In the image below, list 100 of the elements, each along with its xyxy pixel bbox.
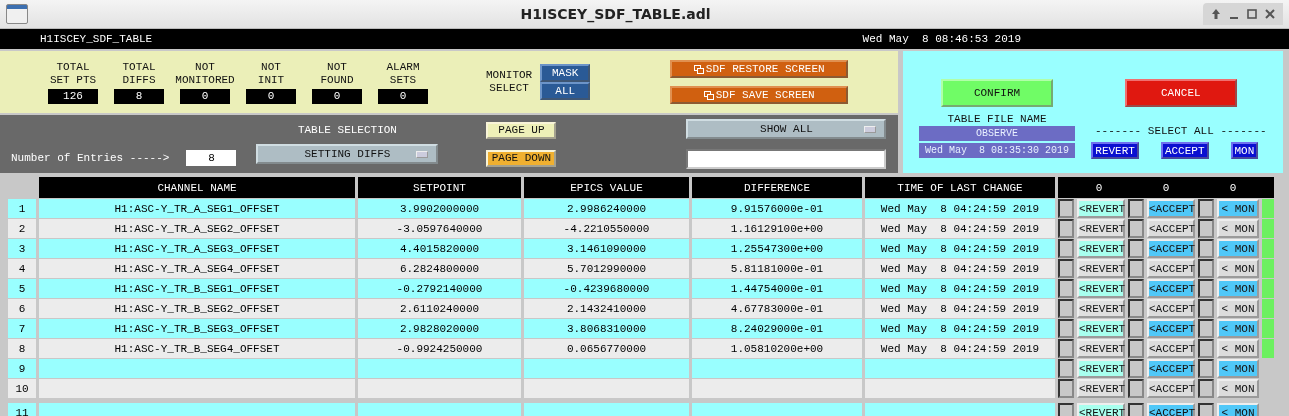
row-action-button[interactable]: < MON — [1217, 339, 1259, 358]
select-all-button[interactable]: ACCEPT — [1160, 142, 1209, 159]
checkbox[interactable] — [1128, 199, 1144, 218]
row-action-button[interactable]: <REVERT — [1077, 299, 1125, 318]
checkbox[interactable] — [1128, 279, 1144, 298]
checkbox[interactable] — [1128, 219, 1144, 238]
row-action-button[interactable]: < MON — [1217, 299, 1259, 318]
row-action-button[interactable]: < MON — [1217, 259, 1259, 278]
select-all-button[interactable]: MON — [1230, 142, 1259, 159]
counter-label: TOTAL SET PTS — [49, 60, 97, 87]
row-number: 1 — [8, 199, 36, 218]
selection-count: 0 — [1094, 181, 1104, 194]
checkbox[interactable] — [1128, 299, 1144, 318]
row-action-button[interactable]: < MON — [1217, 379, 1259, 398]
row-action-button[interactable]: <ACCEPT — [1147, 279, 1195, 298]
row-number: 4 — [8, 259, 36, 278]
checkbox[interactable] — [1058, 199, 1074, 218]
checkbox[interactable] — [1058, 359, 1074, 378]
row-action-button[interactable]: <REVERT — [1077, 279, 1125, 298]
column-header: DIFFERENCE — [692, 177, 862, 198]
row-action-button[interactable]: < MON — [1217, 239, 1259, 258]
table-cell: 1.25547300e+00 — [692, 239, 862, 258]
row-action-button[interactable]: < MON — [1217, 219, 1259, 238]
screen-button[interactable]: SDF RESTORE SCREEN — [670, 60, 849, 78]
row-action-button[interactable]: <ACCEPT — [1147, 259, 1195, 278]
checkbox[interactable] — [1128, 239, 1144, 258]
checkbox[interactable] — [1058, 319, 1074, 338]
confirm-button[interactable]: CONFIRM — [941, 79, 1053, 107]
row-action-button[interactable]: <ACCEPT — [1147, 319, 1195, 338]
monitor-select-label: MONITOR SELECT — [486, 69, 533, 95]
checkbox[interactable] — [1128, 359, 1144, 378]
checkbox[interactable] — [1198, 359, 1214, 378]
row-action-button[interactable]: <REVERT — [1077, 339, 1125, 358]
checkbox[interactable] — [1058, 299, 1074, 318]
table-cell: 5.81181000e-01 — [692, 259, 862, 278]
monitor-select-button[interactable]: MASK — [540, 64, 591, 82]
page-button[interactable]: PAGE DOWN — [486, 149, 557, 167]
checkbox[interactable] — [1198, 199, 1214, 218]
show-menu[interactable]: SHOW ALL — [686, 119, 887, 139]
select-all-label: ------- SELECT ALL ------- — [1095, 125, 1267, 138]
checkbox[interactable] — [1058, 339, 1074, 358]
row-action-button[interactable]: < MON — [1217, 403, 1259, 416]
row-action-button[interactable]: < MON — [1217, 279, 1259, 298]
checkbox[interactable] — [1058, 379, 1074, 398]
counter-label: ALARM SETS — [386, 60, 420, 87]
row-action-button[interactable]: <REVERT — [1077, 199, 1125, 218]
row-action-button[interactable]: <ACCEPT — [1147, 403, 1195, 416]
row-action-button[interactable]: < MON — [1217, 319, 1259, 338]
checkbox[interactable] — [1128, 379, 1144, 398]
table-cell: 1.16129100e+00 — [692, 219, 862, 238]
table-cell: -4.2210550000 — [524, 219, 689, 238]
table-cell: H1:ASC-Y_TR_A_SEG1_OFFSET — [39, 199, 355, 218]
checkbox[interactable] — [1128, 339, 1144, 358]
row-action-button[interactable]: <REVERT — [1077, 239, 1125, 258]
row-action-button[interactable]: <ACCEPT — [1147, 299, 1195, 318]
table-cell: 1.05810200e+00 — [692, 339, 862, 358]
checkbox[interactable] — [1058, 279, 1074, 298]
row-action-button[interactable]: <REVERT — [1077, 359, 1125, 378]
checkbox[interactable] — [1198, 299, 1214, 318]
checkbox[interactable] — [1058, 219, 1074, 238]
checkbox[interactable] — [1198, 259, 1214, 278]
checkbox[interactable] — [1198, 219, 1214, 238]
row-action-button[interactable]: <REVERT — [1077, 379, 1125, 398]
select-all-button[interactable]: REVERT — [1091, 142, 1139, 159]
checkbox[interactable] — [1198, 239, 1214, 258]
row-action-button[interactable]: < MON — [1217, 199, 1259, 218]
checkbox[interactable] — [1198, 339, 1214, 358]
checkbox[interactable] — [1198, 379, 1214, 398]
close-icon[interactable] — [1263, 7, 1277, 21]
row-action-button[interactable]: <REVERT — [1077, 259, 1125, 278]
row-action-button[interactable]: <ACCEPT — [1147, 219, 1195, 238]
entries-label: Number of Entries -----> — [11, 152, 170, 164]
checkbox[interactable] — [1058, 259, 1074, 278]
cancel-button[interactable]: CANCEL — [1124, 79, 1237, 107]
row-action-button[interactable]: < MON — [1217, 359, 1259, 378]
checkbox[interactable] — [1128, 319, 1144, 338]
table-cell: 2.9986240000 — [524, 199, 689, 218]
row-action-button[interactable]: <ACCEPT — [1147, 239, 1195, 258]
checkbox[interactable] — [1198, 279, 1214, 298]
table-cell: 6.2824800000 — [358, 259, 521, 278]
table-selection-menu[interactable]: SETTING DIFFS — [256, 144, 439, 164]
monitor-select-button[interactable]: ALL — [540, 82, 591, 100]
screen-button[interactable]: SDF SAVE SCREEN — [670, 86, 849, 104]
shade-icon[interactable] — [1209, 7, 1223, 21]
page-button[interactable]: PAGE UP — [486, 121, 557, 139]
table-cell: 3.8068310000 — [524, 319, 689, 338]
row-action-button[interactable]: <ACCEPT — [1147, 359, 1195, 378]
window-icon — [6, 4, 28, 24]
maximize-icon[interactable] — [1245, 7, 1259, 21]
table-cell: 4.4015820000 — [358, 239, 521, 258]
checkbox[interactable] — [1198, 319, 1214, 338]
row-action-button[interactable]: <REVERT — [1077, 403, 1125, 416]
filter-field[interactable] — [686, 149, 887, 169]
row-action-button[interactable]: <ACCEPT — [1147, 379, 1195, 398]
row-action-button[interactable]: <REVERT — [1077, 319, 1125, 338]
row-action-button[interactable]: <ACCEPT — [1147, 339, 1195, 358]
checkbox[interactable] — [1128, 259, 1144, 278]
row-action-button[interactable]: <ACCEPT — [1147, 199, 1195, 218]
checkbox[interactable] — [1058, 239, 1074, 258]
row-action-button[interactable]: <REVERT — [1077, 219, 1125, 238]
